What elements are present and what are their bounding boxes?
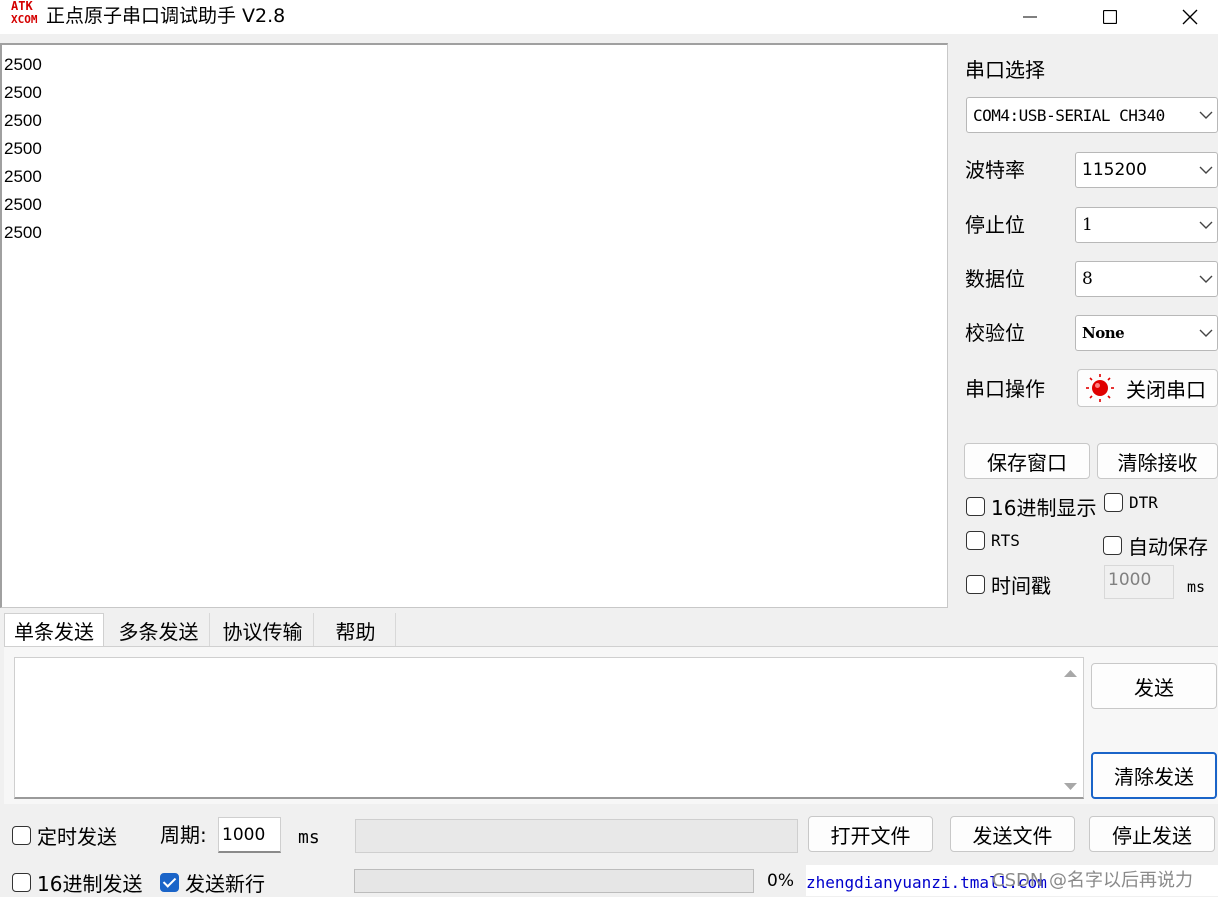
rts-label: RTS <box>991 531 1020 550</box>
send-newline-label: 发送新行 <box>185 872 265 896</box>
baud-rate-value: 115200 <box>1082 160 1147 180</box>
send-file-button[interactable]: 发送文件 <box>950 816 1075 852</box>
app-logo: ATK XCOM <box>11 0 41 30</box>
store-link-area: zhengdianyuanzi.tmall.com CSDN @名字以后再说力 <box>806 865 1218 896</box>
rts-checkbox[interactable]: RTS <box>966 531 1020 550</box>
checkbox-box <box>966 575 985 594</box>
scroll-down-icon[interactable] <box>1058 776 1083 796</box>
stop-bits-label: 停止位 <box>965 213 1025 237</box>
checkbox-box <box>1103 536 1122 555</box>
receive-line: 2500 <box>4 223 42 242</box>
maximize-icon <box>1103 10 1117 24</box>
receive-area[interactable]: 2500 2500 2500 2500 2500 2500 2500 <box>0 43 948 608</box>
close-button[interactable] <box>1166 0 1214 34</box>
checkbox-box <box>12 826 31 845</box>
parity-select[interactable]: None <box>1075 315 1218 351</box>
port-select-value: COM4:USB-SERIAL CH340 <box>973 105 1165 125</box>
maximize-button[interactable] <box>1086 0 1134 34</box>
checkbox-box <box>1104 493 1123 512</box>
stop-send-button[interactable]: 停止发送 <box>1089 816 1215 852</box>
scroll-up-icon[interactable] <box>1058 664 1083 684</box>
data-bits-value: 8 <box>1082 269 1093 289</box>
receive-line: 2500 <box>4 83 42 102</box>
clear-receive-button[interactable]: 清除接收 <box>1097 443 1218 479</box>
timed-send-checkbox[interactable]: 定时发送 <box>12 821 117 850</box>
checkbox-box <box>160 873 179 892</box>
receive-line: 2500 <box>4 195 42 214</box>
baud-rate-select[interactable]: 115200 <box>1075 152 1218 188</box>
close-port-button[interactable]: 关闭串口 <box>1077 369 1218 407</box>
hex-send-label: 16进制发送 <box>37 872 143 896</box>
dtr-label: DTR <box>1129 493 1158 512</box>
send-input[interactable] <box>14 657 1084 799</box>
timestamp-label: 时间戳 <box>991 574 1051 598</box>
timestamp-checkbox[interactable]: 时间戳 <box>966 570 1051 599</box>
timed-send-label: 定时发送 <box>37 825 117 849</box>
checkbox-box <box>966 531 985 550</box>
timestamp-unit: ms <box>1187 578 1206 596</box>
port-select[interactable]: COM4:USB-SERIAL CH340 <box>966 97 1218 133</box>
logo-text-bottom: XCOM <box>11 13 38 26</box>
send-progress-bar <box>354 869 754 893</box>
clear-send-button[interactable]: 清除发送 <box>1091 752 1217 799</box>
receive-line: 2500 <box>4 111 42 130</box>
port-operation-label: 串口操作 <box>965 377 1045 401</box>
minimize-icon <box>1023 16 1037 18</box>
window-title: 正点原子串口调试助手 V2.8 <box>46 5 286 27</box>
period-unit: ms <box>298 827 320 848</box>
tab-protocol-transfer[interactable]: 协议传输 <box>212 613 314 647</box>
logo-text-top: ATK <box>11 0 33 13</box>
data-bits-select[interactable]: 8 <box>1075 261 1218 297</box>
close-icon <box>1182 9 1198 25</box>
baud-rate-label: 波特率 <box>965 158 1025 182</box>
period-input[interactable]: 1000 <box>218 817 281 853</box>
data-bits-label: 数据位 <box>965 267 1025 291</box>
chevron-down-icon <box>1195 153 1217 187</box>
minimize-button[interactable] <box>1006 0 1054 34</box>
port-select-label: 串口选择 <box>965 58 1045 82</box>
send-button[interactable]: 发送 <box>1091 663 1217 709</box>
auto-save-checkbox[interactable]: 自动保存 <box>1103 531 1208 560</box>
checkbox-box <box>966 497 985 516</box>
stop-bits-value: 1 <box>1082 215 1093 235</box>
file-path-field[interactable] <box>355 819 798 853</box>
send-input-scrollbar[interactable] <box>1058 658 1083 797</box>
watermark-text: CSDN @名字以后再说力 <box>992 870 1194 891</box>
open-file-button[interactable]: 打开文件 <box>808 816 933 852</box>
receive-line: 2500 <box>4 167 42 186</box>
send-newline-checkbox[interactable]: 发送新行 <box>160 868 265 897</box>
status-led-icon <box>1084 373 1116 403</box>
hex-send-checkbox[interactable]: 16进制发送 <box>12 868 142 897</box>
chevron-down-icon <box>1195 316 1217 350</box>
close-port-label: 关闭串口 <box>1126 377 1206 402</box>
save-window-button[interactable]: 保存窗口 <box>964 443 1090 479</box>
chevron-down-icon <box>1195 98 1217 132</box>
stop-bits-select[interactable]: 1 <box>1075 207 1218 243</box>
checkbox-box <box>12 873 31 892</box>
tab-multi-send[interactable]: 多条发送 <box>108 613 210 647</box>
parity-value: None <box>1082 324 1125 342</box>
auto-save-label: 自动保存 <box>1128 535 1208 559</box>
hex-display-label: 16进制显示 <box>991 496 1097 520</box>
tab-single-send[interactable]: 单条发送 <box>4 613 104 647</box>
period-label: 周期: <box>160 823 207 847</box>
chevron-down-icon <box>1195 262 1217 296</box>
receive-line: 2500 <box>4 55 42 74</box>
tab-help[interactable]: 帮助 <box>316 613 396 647</box>
dtr-checkbox[interactable]: DTR <box>1104 493 1158 512</box>
parity-label: 校验位 <box>965 321 1025 345</box>
receive-line: 2500 <box>4 139 42 158</box>
progress-text: 0% <box>767 871 794 891</box>
chevron-down-icon <box>1195 208 1217 242</box>
hex-display-checkbox[interactable]: 16进制显示 <box>966 492 1096 521</box>
timestamp-interval-input[interactable]: 1000 <box>1104 565 1174 599</box>
